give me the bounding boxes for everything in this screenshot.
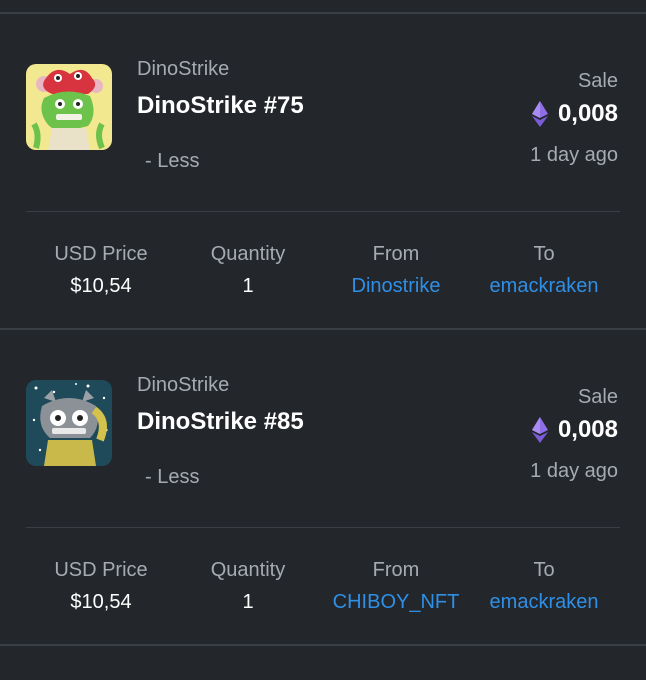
to-user-link[interactable]: emackraken	[469, 591, 619, 614]
card-divider	[0, 644, 646, 646]
nft-thumbnail[interactable]	[26, 64, 112, 150]
price-row: 0,008	[531, 416, 618, 444]
usd-price-value: $10,54	[70, 275, 132, 297]
item-name[interactable]: DinoStrike #75	[137, 92, 304, 120]
price-row: 0,008	[531, 100, 618, 128]
quantity-label: Quantity	[210, 243, 286, 265]
to-label: To	[533, 243, 555, 265]
to-label: To	[533, 559, 555, 581]
less-toggle[interactable]: - Less	[145, 150, 199, 173]
usd-price-label: USD Price	[54, 243, 148, 265]
collection-name[interactable]: DinoStrike	[137, 58, 229, 81]
ethereum-icon	[531, 101, 548, 127]
sale-price: 0,008	[557, 416, 618, 443]
from-user-link[interactable]: Dinostrike	[321, 275, 471, 298]
details-divider	[26, 211, 620, 212]
collection-name[interactable]: DinoStrike	[137, 374, 229, 397]
dino-75-image	[26, 64, 112, 150]
details-divider	[26, 527, 620, 528]
to-user-link[interactable]: emackraken	[469, 275, 619, 298]
quantity-value: 1	[242, 591, 254, 613]
sale-price: 0,008	[557, 100, 618, 127]
ethereum-icon	[531, 417, 548, 443]
event-type: Sale	[577, 70, 618, 92]
from-label: From	[372, 559, 420, 581]
from-user-link[interactable]: CHIBOY_NFT	[321, 591, 471, 614]
nft-thumbnail[interactable]	[26, 380, 112, 466]
activity-card: DinoStrike DinoStrike #75 - Less Sale 0,…	[0, 14, 646, 330]
from-label: From	[372, 243, 420, 265]
timestamp: 1 day ago	[530, 460, 618, 482]
dino-85-image	[26, 380, 112, 466]
usd-price-value: $10,54	[70, 591, 132, 613]
event-type: Sale	[577, 386, 618, 408]
less-toggle[interactable]: - Less	[145, 466, 199, 489]
quantity-value: 1	[242, 275, 254, 297]
activity-card: DinoStrike DinoStrike #85 - Less Sale 0,…	[0, 330, 646, 646]
timestamp: 1 day ago	[530, 144, 618, 166]
usd-price-label: USD Price	[54, 559, 148, 581]
quantity-label: Quantity	[210, 559, 286, 581]
item-name[interactable]: DinoStrike #85	[137, 408, 304, 436]
